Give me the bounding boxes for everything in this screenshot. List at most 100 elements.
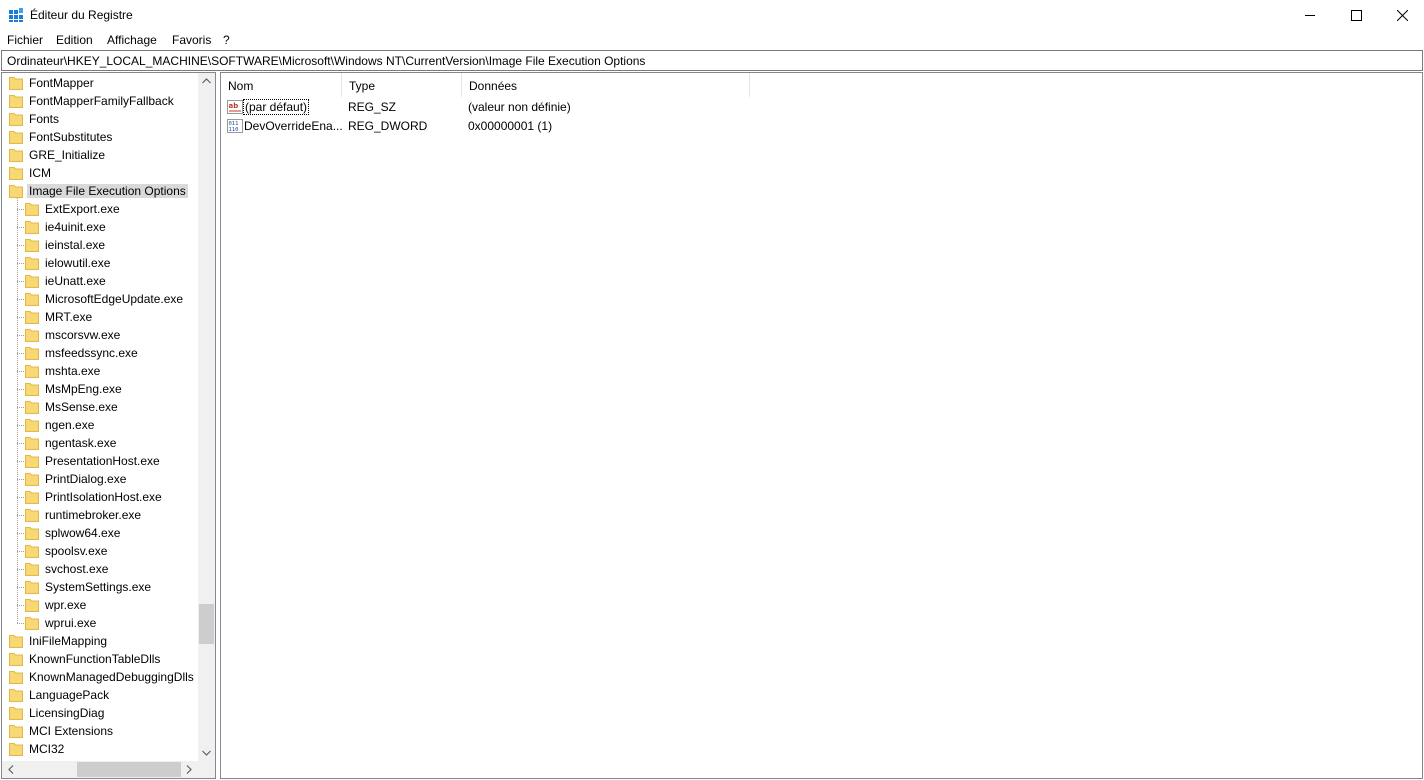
folder-icon <box>25 545 39 558</box>
tree-child-item[interactable]: spoolsv.exe <box>2 542 198 560</box>
tree-child-item[interactable]: mshta.exe <box>2 362 198 380</box>
menu-favoris[interactable]: Favoris <box>172 33 211 47</box>
value-row[interactable]: 011 110 DevOverrideEna... REG_DWORD 0x00… <box>221 116 1422 135</box>
tree-child-item[interactable]: MRT.exe <box>2 308 198 326</box>
tree-item[interactable]: LicensingDiag <box>2 704 198 722</box>
value-name: DevOverrideEna... <box>244 119 343 133</box>
tree-item[interactable]: MCI Extensions <box>2 722 198 740</box>
tree-child-item[interactable]: ieinstal.exe <box>2 236 198 254</box>
maximize-button[interactable] <box>1333 0 1379 30</box>
tree-child-item[interactable]: PrintIsolationHost.exe <box>2 488 198 506</box>
column-header-name[interactable]: Nom <box>221 73 342 97</box>
minimize-icon <box>1305 15 1315 16</box>
value-data: (valeur non définie) <box>468 100 571 114</box>
vertical-scrollbar[interactable] <box>198 73 215 761</box>
maximize-icon <box>1351 10 1362 21</box>
tree-item[interactable]: MCI32 <box>2 740 198 758</box>
folder-icon <box>25 527 39 540</box>
tree-item-label: spoolsv.exe <box>45 544 108 558</box>
minimize-button[interactable] <box>1287 0 1333 30</box>
tree-child-item[interactable]: ie4uinit.exe <box>2 218 198 236</box>
binary-value-icon: 011 110 <box>227 119 243 133</box>
tree-child-item[interactable]: wpr.exe <box>2 596 198 614</box>
tree-item-label: KnownFunctionTableDlls <box>29 652 161 666</box>
address-bar[interactable]: Ordinateur\HKEY_LOCAL_MACHINE\SOFTWARE\M… <box>1 50 1423 71</box>
tree-item[interactable]: KnownManagedDebuggingDlls <box>2 668 198 686</box>
scroll-up-arrow-icon[interactable] <box>202 78 211 84</box>
tree-item[interactable]: FontMapper <box>2 74 198 92</box>
menu-help[interactable]: ? <box>223 33 230 47</box>
tree-child-item[interactable]: svchost.exe <box>2 560 198 578</box>
close-button[interactable] <box>1379 0 1424 30</box>
tree-child-item[interactable]: msfeedssync.exe <box>2 344 198 362</box>
values-list-pane[interactable]: Nom Type Données ab (par défaut) REG_SZ … <box>220 72 1423 779</box>
folder-icon <box>9 185 23 198</box>
folder-icon <box>25 311 39 324</box>
tree-item[interactable]: KnownFunctionTableDlls <box>2 650 198 668</box>
tree-child-item[interactable]: ngentask.exe <box>2 434 198 452</box>
folder-icon <box>9 743 23 756</box>
vertical-scroll-thumb[interactable] <box>199 604 214 644</box>
tree-item-label: MsMpEng.exe <box>45 382 122 396</box>
horizontal-scroll-thumb[interactable] <box>77 762 181 777</box>
tree-child-item[interactable]: PresentationHost.exe <box>2 452 198 470</box>
tree-item-label: MsSense.exe <box>45 400 118 414</box>
tree-child-item[interactable]: MicrosoftEdgeUpdate.exe <box>2 290 198 308</box>
folder-icon <box>25 221 39 234</box>
close-icon <box>1397 10 1408 21</box>
tree-item-label: MRT.exe <box>45 310 93 324</box>
scroll-down-arrow-icon[interactable] <box>202 750 211 756</box>
tree-item-label: ExtExport.exe <box>45 202 120 216</box>
folder-icon <box>9 113 23 126</box>
folder-icon <box>25 239 39 252</box>
tree-child-item[interactable]: splwow64.exe <box>2 524 198 542</box>
tree-child-item[interactable]: MsSense.exe <box>2 398 198 416</box>
folder-icon <box>25 455 39 468</box>
folder-icon <box>9 707 23 720</box>
folder-icon <box>25 437 39 450</box>
tree-item[interactable]: IniFileMapping <box>2 632 198 650</box>
folder-icon <box>25 419 39 432</box>
column-header-data[interactable]: Données <box>462 73 750 97</box>
tree-pane[interactable]: FontMapper FontMapperFamilyFallback Fonts F… <box>1 72 216 779</box>
column-header-type[interactable]: Type <box>342 73 462 97</box>
folder-icon <box>25 617 39 630</box>
scroll-left-arrow-icon[interactable] <box>8 765 14 774</box>
tree-item-label: ie4uinit.exe <box>45 220 106 234</box>
tree-child-item[interactable]: ngen.exe <box>2 416 198 434</box>
menu-edition[interactable]: Edition <box>56 33 93 47</box>
tree-item[interactable]: FontSubstitutes <box>2 128 198 146</box>
tree-child-item[interactable]: ExtExport.exe <box>2 200 198 218</box>
tree-child-item[interactable]: ieUnatt.exe <box>2 272 198 290</box>
tree-child-item[interactable]: runtimebroker.exe <box>2 506 198 524</box>
tree-item[interactable]: Image File Execution Options <box>2 182 198 200</box>
tree-child-item[interactable]: MsMpEng.exe <box>2 380 198 398</box>
tree-child-item[interactable]: wprui.exe <box>2 614 198 632</box>
folder-icon <box>25 491 39 504</box>
menu-fichier[interactable]: Fichier <box>7 33 43 47</box>
tree-child-item[interactable]: mscorsvw.exe <box>2 326 198 344</box>
folder-icon <box>9 653 23 666</box>
value-row[interactable]: ab (par défaut) REG_SZ (valeur non défin… <box>221 97 1422 116</box>
tree-item[interactable]: ICM <box>2 164 198 182</box>
folder-icon <box>9 95 23 108</box>
tree-child-item[interactable]: SystemSettings.exe <box>2 578 198 596</box>
tree-child-item[interactable]: ielowutil.exe <box>2 254 198 272</box>
tree-item-label: wprui.exe <box>45 616 97 630</box>
menu-affichage[interactable]: Affichage <box>107 33 157 47</box>
tree-item-label: ngen.exe <box>45 418 95 432</box>
tree-child-item[interactable]: PrintDialog.exe <box>2 470 198 488</box>
tree-item[interactable]: Fonts <box>2 110 198 128</box>
folder-icon <box>25 365 39 378</box>
horizontal-scrollbar[interactable] <box>2 761 198 778</box>
tree-item-label: wpr.exe <box>45 598 87 612</box>
registry-editor-icon <box>9 8 23 22</box>
tree-item[interactable]: GRE_Initialize <box>2 146 198 164</box>
scroll-right-arrow-icon[interactable] <box>186 765 192 774</box>
folder-icon <box>25 347 39 360</box>
tree-item-label: MicrosoftEdgeUpdate.exe <box>45 292 184 306</box>
tree-item-label: ieinstal.exe <box>45 238 106 252</box>
tree-item[interactable]: FontMapperFamilyFallback <box>2 92 198 110</box>
tree-item[interactable]: LanguagePack <box>2 686 198 704</box>
tree-item-label: MCI32 <box>29 742 65 756</box>
